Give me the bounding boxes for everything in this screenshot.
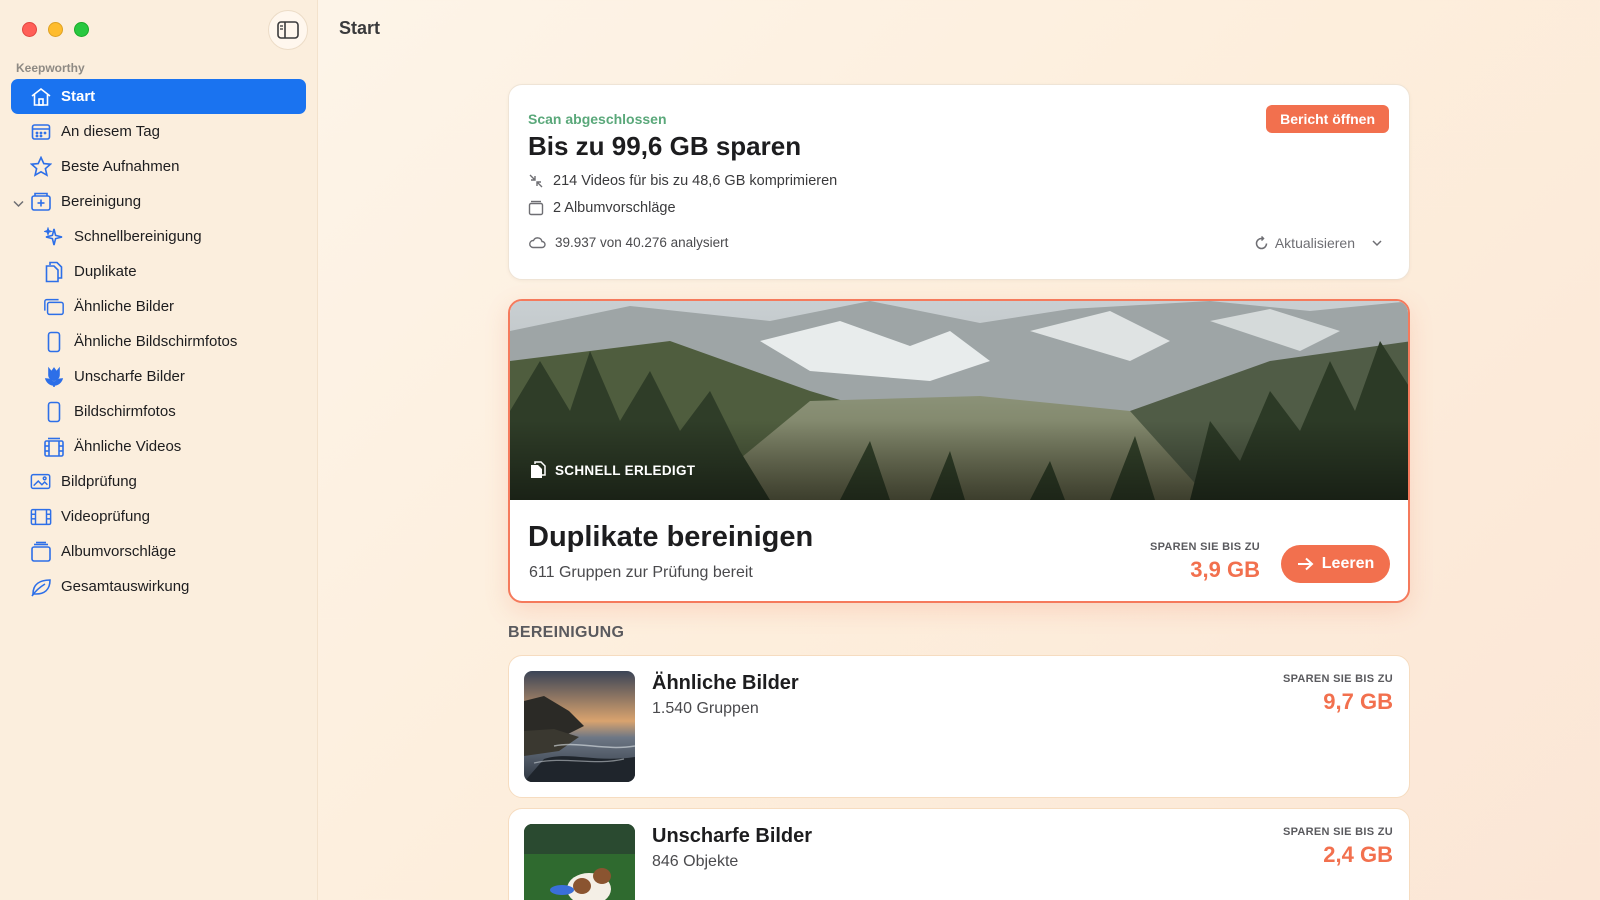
- refresh-menu-button[interactable]: Aktualisieren: [1254, 235, 1383, 251]
- sidebar-item-schnellbereinigung[interactable]: Schnellbereinigung: [11, 219, 306, 254]
- compress-arrows-icon: [529, 174, 543, 188]
- sidebar-item-aehnliche-bilder[interactable]: Ähnliche Bilder: [11, 289, 306, 324]
- sidebar-item-bildschirmfotos[interactable]: Bildschirmfotos: [11, 394, 306, 429]
- sidebar-item-aehnliche-videos[interactable]: Ähnliche Videos: [11, 429, 306, 464]
- sidebar-section-label: Keepworthy: [16, 61, 85, 75]
- window-controls: [22, 22, 89, 37]
- leaf-icon: [30, 576, 52, 598]
- duplicate-doc-icon: [43, 261, 65, 283]
- sidebar-item-label: Albumvorschläge: [61, 543, 177, 560]
- sidebar-item-duplikate[interactable]: Duplikate: [11, 254, 306, 289]
- similar-photos-title: Ähnliche Bilder: [652, 672, 799, 694]
- blurry-photos-count: 846 Objekte: [652, 853, 739, 870]
- sidebar-item-start[interactable]: Start: [11, 79, 306, 114]
- star-icon: [30, 156, 52, 178]
- sidebar-item-label: Beste Aufnahmen: [61, 158, 180, 175]
- scan-summary-card: Scan abgeschlossen Bis zu 99,6 GB sparen…: [508, 84, 1410, 280]
- sidebar-item-unscharfe-bilder[interactable]: Unscharfe Bilder: [11, 359, 306, 394]
- featured-save-label: SPAREN SIE BIS ZU: [1149, 541, 1260, 553]
- phone-icon: [43, 401, 65, 423]
- cleanup-box-icon: [30, 191, 52, 213]
- featured-subtitle: 611 Gruppen zur Prüfung bereit: [529, 564, 753, 581]
- compress-videos-text: 214 Videos für bis zu 48,6 GB komprimier…: [553, 173, 838, 189]
- arrow-right-icon: [1297, 557, 1314, 571]
- hero-landscape-image: SCHNELL ERLEDIGT: [510, 301, 1408, 500]
- cleanup-section-heading: BEREINIGUNG: [508, 624, 625, 641]
- tulip-icon: [43, 366, 65, 388]
- sidebar-item-label: Ähnliche Bildschirmfotos: [74, 333, 238, 350]
- album-icon: [528, 200, 544, 216]
- album-suggestions-row[interactable]: 2 Albumvorschläge: [528, 199, 676, 216]
- sidebar-toggle-icon: [277, 21, 299, 39]
- sidebar-item-label: Ähnliche Videos: [74, 438, 182, 455]
- sidebar-item-label: Duplikate: [74, 263, 137, 280]
- similar-photos-count: 1.540 Gruppen: [652, 700, 759, 717]
- album-suggestions-text: 2 Albumvorschläge: [553, 199, 676, 216]
- sidebar-item-label: Bereinigung: [61, 193, 142, 210]
- sidebar-nav: Start An diesem Tag Beste Aufnahmen Bere…: [11, 79, 306, 604]
- sidebar-item-bildpruefung[interactable]: Bildprüfung: [11, 464, 306, 499]
- close-window-button[interactable]: [22, 22, 37, 37]
- cleanup-card-similar-photos[interactable]: Ähnliche Bilder 1.540 Gruppen SPAREN SIE…: [508, 655, 1410, 798]
- film-icon: [30, 506, 52, 528]
- similar-photos-save-value: 9,7 GB: [1323, 689, 1393, 714]
- similar-photos-thumbnail: [524, 671, 635, 782]
- featured-duplicates-card[interactable]: SCHNELL ERLEDIGT Duplikate bereinigen 61…: [508, 299, 1410, 603]
- sidebar-item-label: Start: [61, 88, 96, 105]
- hero-badge: SCHNELL ERLEDIGT: [530, 461, 695, 479]
- cloud-icon: [529, 237, 546, 249]
- similar-photos-save-label: SPAREN SIE BIS ZU: [1282, 673, 1393, 685]
- clean-duplicates-button[interactable]: Leeren: [1281, 545, 1390, 583]
- page-title: Start: [339, 18, 381, 38]
- sidebar-item-gesamtauswirkung[interactable]: Gesamtauswirkung: [11, 569, 306, 604]
- sidebar: Keepworthy Start An diesem Tag Beste Auf…: [0, 0, 318, 900]
- blurry-photos-save-value: 2,4 GB: [1323, 842, 1393, 867]
- open-report-button[interactable]: Bericht öffnen: [1266, 105, 1389, 133]
- clean-button-label: Leeren: [1321, 555, 1375, 572]
- sidebar-item-label: Gesamtauswirkung: [61, 578, 190, 595]
- house-icon: [30, 86, 52, 108]
- sidebar-item-label: Ähnliche Bilder: [74, 298, 175, 315]
- sidebar-item-label: Bildprüfung: [61, 473, 137, 490]
- blurry-photos-save-label: SPAREN SIE BIS ZU: [1282, 826, 1393, 838]
- chevron-down-icon: [1372, 240, 1382, 247]
- sparkle-icon: [43, 226, 65, 248]
- zoom-window-button[interactable]: [74, 22, 89, 37]
- summary-title: Bis zu 99,6 GB sparen: [528, 131, 802, 161]
- sidebar-toggle-button[interactable]: [268, 10, 308, 50]
- sidebar-item-bereinigung[interactable]: Bereinigung: [11, 184, 306, 219]
- sidebar-item-beste-aufnahmen[interactable]: Beste Aufnahmen: [11, 149, 306, 184]
- refresh-icon: [1255, 235, 1268, 249]
- calendar-icon: [30, 121, 52, 143]
- phone-icon: [43, 331, 65, 353]
- analysis-progress-row: 39.937 von 40.276 analysiert: [528, 235, 728, 250]
- featured-save-value: 3,9 GB: [1190, 557, 1260, 582]
- sidebar-item-label: An diesem Tag: [61, 123, 160, 140]
- analysis-progress-text: 39.937 von 40.276 analysiert: [555, 235, 729, 250]
- scan-status: Scan abgeschlossen: [528, 111, 667, 127]
- film-stack-icon: [43, 436, 65, 458]
- blurry-photos-thumbnail: [524, 824, 635, 900]
- minimize-window-button[interactable]: [48, 22, 63, 37]
- cleanup-card-blurry-photos[interactable]: Unscharfe Bilder 846 Objekte SPAREN SIE …: [508, 808, 1410, 900]
- sidebar-item-an-diesem-tag[interactable]: An diesem Tag: [11, 114, 306, 149]
- sidebar-item-videopruefung[interactable]: Videoprüfung: [11, 499, 306, 534]
- sidebar-item-label: Schnellbereinigung: [74, 228, 202, 245]
- sidebar-item-aehnliche-bildschirmfotos[interactable]: Ähnliche Bildschirmfotos: [11, 324, 306, 359]
- refresh-label: Aktualisieren: [1274, 235, 1355, 251]
- sidebar-item-label: Bildschirmfotos: [74, 403, 176, 420]
- hero-badge-label: SCHNELL ERLEDIGT: [555, 462, 696, 478]
- chevron-down-icon[interactable]: [13, 195, 24, 212]
- sidebar-item-label: Unscharfe Bilder: [74, 368, 185, 385]
- sidebar-item-albumvorschlaege[interactable]: Albumvorschläge: [11, 534, 306, 569]
- stacked-photos-icon: [43, 296, 65, 318]
- duplicate-doc-icon: [531, 461, 546, 478]
- photo-review-icon: [30, 471, 52, 493]
- sidebar-item-label: Videoprüfung: [61, 508, 150, 525]
- featured-title: Duplikate bereinigen: [528, 521, 814, 553]
- blurry-photos-title: Unscharfe Bilder: [652, 825, 813, 847]
- compress-videos-row[interactable]: 214 Videos für bis zu 48,6 GB komprimier…: [528, 173, 837, 189]
- album-icon: [30, 541, 52, 563]
